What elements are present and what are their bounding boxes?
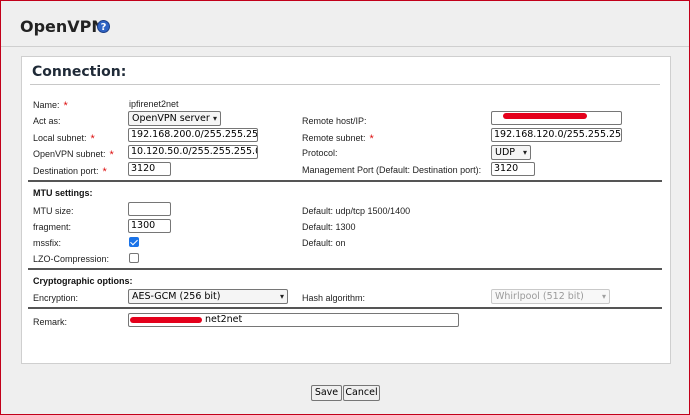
remote-host-label: Remote host/IP: [302, 116, 367, 126]
destination-port-label-text: Destination port: [33, 166, 99, 176]
redaction-mark [130, 317, 202, 323]
name-value: ipfirenet2net [129, 99, 179, 109]
name-label-text: Name: [33, 100, 60, 110]
remote-subnet-label: Remote subnet: * [302, 132, 374, 145]
connection-heading: Connection: [32, 64, 127, 80]
remote-subnet-input[interactable]: 192.168.120.0/255.255.255.0 [491, 128, 622, 142]
chevron-down-icon: ▾ [279, 292, 284, 301]
mssfix-checkbox[interactable] [129, 237, 139, 247]
protocol-label: Protocol: [302, 148, 338, 158]
remote-subnet-label-text: Remote subnet: [302, 133, 366, 143]
hash-algorithm-value: Whirlpool (512 bit) [495, 291, 584, 302]
hash-algorithm-label: Hash algorithm: [302, 293, 366, 303]
mssfix-default: Default: on [302, 238, 346, 248]
destination-port-label: Destination port: * [33, 165, 107, 178]
connection-panel: Connection: Name: * ipfirenet2net Act as:… [21, 56, 671, 364]
mssfix-label: mssfix: [33, 238, 61, 248]
local-subnet-input[interactable]: 192.168.200.0/255.255.255.0 [128, 128, 258, 142]
fragment-label: fragment: [33, 222, 72, 232]
protocol-value: UDP [495, 147, 515, 158]
section-divider [28, 307, 662, 309]
remark-label: Remark: [33, 317, 68, 327]
mtu-size-label: MTU size: [33, 206, 74, 216]
act-as-value: OpenVPN server [132, 113, 210, 124]
crypto-heading: Cryptographic options: [33, 276, 133, 286]
openvpn-subnet-label: OpenVPN subnet: * [33, 148, 114, 161]
chevron-down-icon: ▾ [212, 114, 217, 123]
hash-algorithm-select: Whirlpool (512 bit) ▾ [491, 289, 610, 304]
required-marker: * [109, 149, 114, 161]
lzo-compression-checkbox[interactable] [129, 253, 139, 263]
encryption-select[interactable]: AES-GCM (256 bit) ▾ [128, 289, 288, 304]
local-subnet-label-text: Local subnet: [33, 133, 87, 143]
encryption-label: Encryption: [33, 293, 79, 303]
window-frame: OpenVPN ? Connection: Name: * ipfirenet2n… [0, 0, 690, 415]
openvpn-subnet-input[interactable]: 10.120.50.0/255.255.255.0 [128, 145, 258, 159]
mtu-heading: MTU settings: [33, 188, 93, 198]
title-divider [1, 46, 689, 47]
help-icon[interactable]: ? [97, 20, 110, 33]
required-marker: * [102, 166, 107, 178]
name-label: Name: * [33, 99, 68, 112]
save-button[interactable]: Save [311, 385, 342, 401]
chevron-down-icon: ▾ [601, 292, 606, 301]
management-port-input[interactable]: 3120 [491, 162, 535, 176]
openvpn-subnet-label-text: OpenVPN subnet: [33, 149, 106, 159]
required-marker: * [90, 133, 95, 145]
section-divider [28, 268, 662, 270]
redaction-mark [503, 113, 587, 119]
encryption-value: AES-GCM (256 bit) [132, 291, 221, 302]
cancel-button[interactable]: Cancel [343, 385, 380, 401]
protocol-select[interactable]: UDP ▾ [491, 145, 531, 160]
act-as-select[interactable]: OpenVPN server ▾ [128, 111, 221, 126]
fragment-default: Default: 1300 [302, 222, 356, 232]
mtu-size-default: Default: udp/tcp 1500/1400 [302, 206, 411, 216]
section-divider [28, 180, 662, 182]
connection-heading-divider [30, 84, 660, 85]
lzo-compression-label: LZO-Compression: [33, 254, 110, 264]
page-title: OpenVPN [20, 17, 105, 36]
chevron-down-icon: ▾ [522, 148, 527, 157]
management-port-label: Management Port (Default: Destination po… [302, 165, 482, 175]
required-marker: * [63, 100, 68, 112]
local-subnet-label: Local subnet: * [33, 132, 95, 145]
required-marker: * [369, 133, 374, 145]
destination-port-input[interactable]: 3120 [128, 162, 171, 176]
fragment-input[interactable]: 1300 [128, 219, 171, 233]
act-as-label: Act as: [33, 116, 61, 126]
mtu-size-input[interactable] [128, 202, 171, 216]
